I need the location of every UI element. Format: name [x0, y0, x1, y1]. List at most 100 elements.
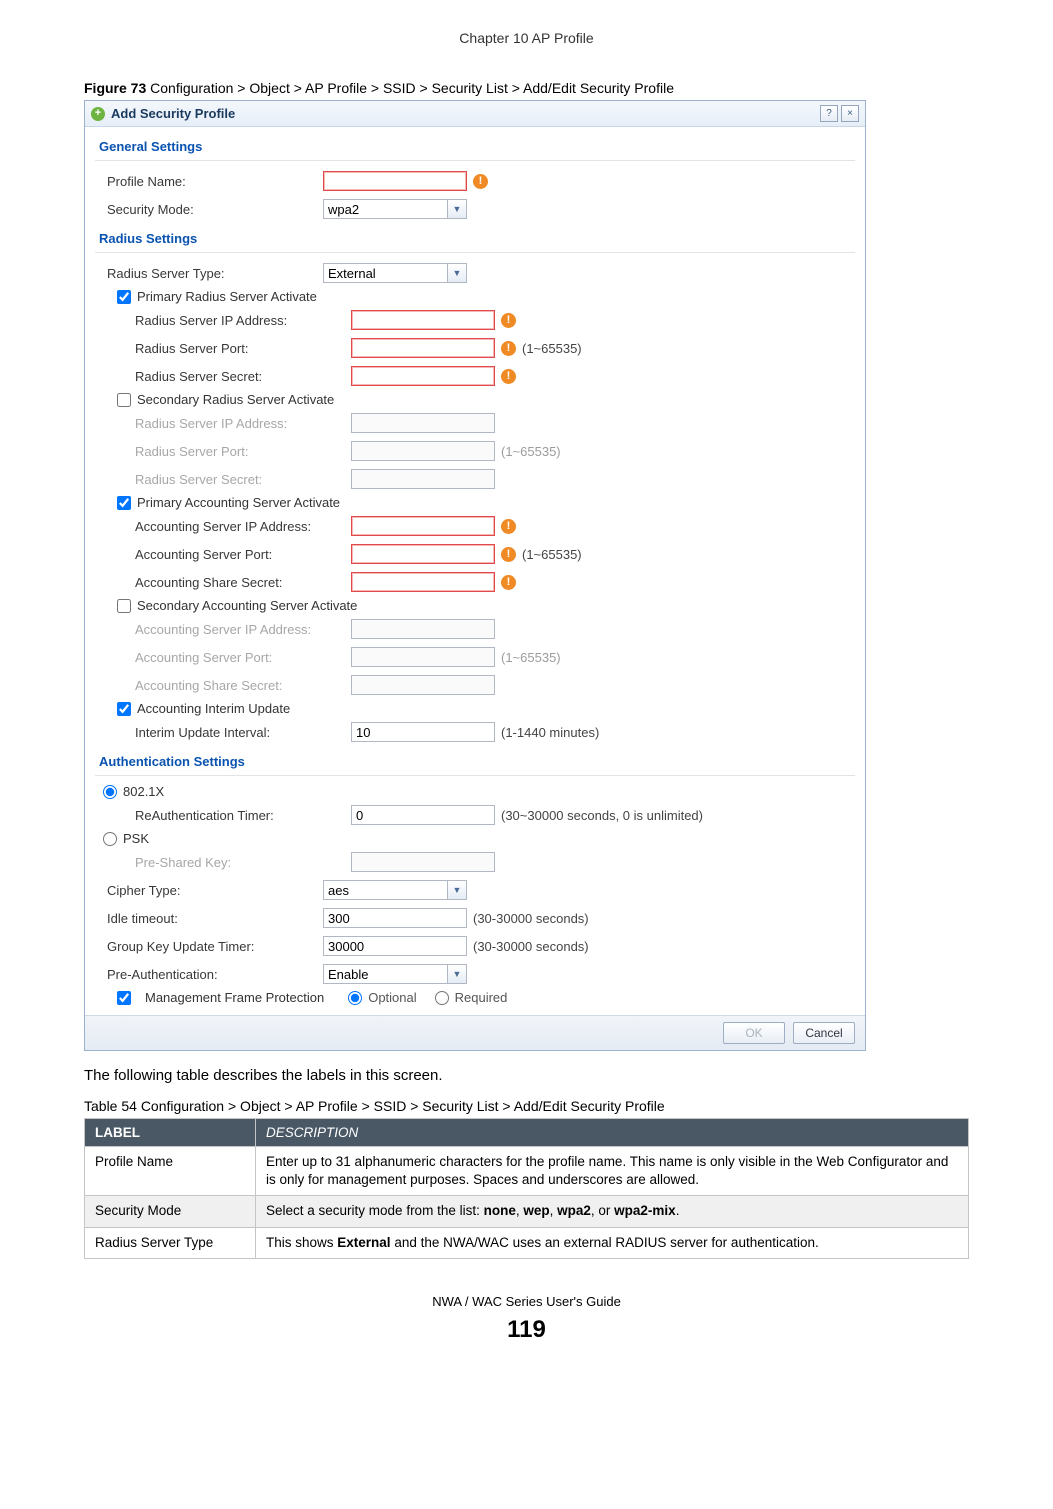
label-secondary-acct-activate: Secondary Accounting Server Activate [137, 598, 357, 613]
secondary-radius-activate-checkbox[interactable] [117, 393, 131, 407]
warn-icon: ! [473, 174, 488, 189]
reauth-input[interactable] [351, 805, 495, 825]
security-mode-value[interactable] [323, 199, 447, 219]
figure-caption: Figure 73 Configuration > Object > AP Pr… [84, 80, 969, 96]
ok-button[interactable]: OK [723, 1022, 785, 1044]
close-button[interactable]: × [841, 105, 859, 122]
label-psk: PSK [123, 831, 149, 846]
dialog-button-bar: OK Cancel [85, 1015, 865, 1050]
preauth-value[interactable] [323, 964, 447, 984]
cell-label: Profile Name [85, 1147, 256, 1196]
cell-desc: This shows External and the NWA/WAC uses… [256, 1227, 969, 1258]
warn-icon: ! [501, 547, 516, 562]
acct-port-input[interactable] [351, 544, 495, 564]
radius-secret-input[interactable] [351, 366, 495, 386]
cancel-button[interactable]: Cancel [793, 1022, 855, 1044]
secondary-acct-activate-checkbox[interactable] [117, 599, 131, 613]
label-acct-ip-2: Accounting Server IP Address: [95, 622, 351, 637]
auth-8021x-radio[interactable] [103, 785, 117, 799]
label-radius-secret: Radius Server Secret: [95, 369, 351, 384]
hint-interim: (1-1440 minutes) [501, 725, 599, 740]
hint-gkey: (30-30000 seconds) [473, 939, 589, 954]
profile-name-input[interactable] [323, 171, 467, 191]
label-acct-secret: Accounting Share Secret: [95, 575, 351, 590]
radius-ip-input[interactable] [351, 310, 495, 330]
preauth-select[interactable]: ▼ [323, 964, 467, 984]
primary-radius-activate-checkbox[interactable] [117, 290, 131, 304]
label-cipher: Cipher Type: [95, 883, 323, 898]
cell-desc: Select a security mode from the list: no… [256, 1196, 969, 1227]
cipher-select[interactable]: ▼ [323, 880, 467, 900]
help-button[interactable]: ? [820, 105, 838, 122]
label-preauth: Pre-Authentication: [95, 967, 323, 982]
dialog-title: Add Security Profile [111, 106, 817, 121]
description-table: LABEL DESCRIPTION Profile Name Enter up … [84, 1118, 969, 1259]
primary-acct-activate-checkbox[interactable] [117, 496, 131, 510]
chevron-down-icon[interactable]: ▼ [447, 880, 467, 900]
acct-ip-input[interactable] [351, 516, 495, 536]
warn-icon: ! [501, 369, 516, 384]
label-radius-port-2: Radius Server Port: [95, 444, 351, 459]
radius-port-input-2 [351, 441, 495, 461]
acct-secret-input-2 [351, 675, 495, 695]
auth-psk-radio[interactable] [103, 832, 117, 846]
security-mode-select[interactable]: ▼ [323, 199, 467, 219]
warn-icon: ! [501, 575, 516, 590]
label-security-mode: Security Mode: [95, 202, 323, 217]
figure-text: Configuration > Object > AP Profile > SS… [146, 80, 674, 96]
page-number: 119 [84, 1313, 969, 1347]
acct-interim-checkbox[interactable] [117, 702, 131, 716]
mfp-checkbox[interactable] [117, 991, 131, 1005]
add-security-profile-dialog: + Add Security Profile ? × General Setti… [84, 100, 866, 1051]
hint-port-range-3: (1~65535) [522, 547, 582, 562]
label-radius-ip-2: Radius Server IP Address: [95, 416, 351, 431]
label-mfp-optional: Optional [368, 990, 416, 1005]
mfp-required-radio[interactable] [435, 991, 449, 1005]
chevron-down-icon[interactable]: ▼ [447, 263, 467, 283]
table-caption: Table 54 Configuration > Object > AP Pro… [84, 1098, 969, 1114]
mfp-optional-option[interactable]: Optional [348, 990, 416, 1005]
figure-num: Figure 73 [84, 80, 146, 96]
hint-port-range-4: (1~65535) [501, 650, 561, 665]
cell-label: Security Mode [85, 1196, 256, 1227]
chevron-down-icon[interactable]: ▼ [447, 964, 467, 984]
hint-reauth: (30~30000 seconds, 0 is unlimited) [501, 808, 703, 823]
label-profile-name: Profile Name: [95, 174, 323, 189]
dialog-body: General Settings Profile Name: ! Securit… [85, 127, 865, 1007]
radius-type-value[interactable] [323, 263, 447, 283]
radius-type-select[interactable]: ▼ [323, 263, 467, 283]
radius-port-input[interactable] [351, 338, 495, 358]
label-radius-secret-2: Radius Server Secret: [95, 472, 351, 487]
dialog-titlebar: + Add Security Profile ? × [85, 101, 865, 127]
label-mfp: Management Frame Protection [145, 990, 324, 1005]
section-auth: Authentication Settings [99, 754, 855, 769]
cell-label: Radius Server Type [85, 1227, 256, 1258]
label-radius-type: Radius Server Type: [95, 266, 323, 281]
th-label: LABEL [85, 1119, 256, 1147]
label-secondary-radius-activate: Secondary Radius Server Activate [137, 392, 334, 407]
table-row: Radius Server Type This shows External a… [85, 1227, 969, 1258]
radius-ip-input-2 [351, 413, 495, 433]
warn-icon: ! [501, 313, 516, 328]
th-description: DESCRIPTION [256, 1119, 969, 1147]
label-psk-key: Pre-Shared Key: [95, 855, 351, 870]
label-acct-interim: Accounting Interim Update [137, 701, 290, 716]
interim-interval-input[interactable] [351, 722, 495, 742]
hint-port-range: (1~65535) [522, 341, 582, 356]
idle-input[interactable] [323, 908, 467, 928]
label-primary-radius-activate: Primary Radius Server Activate [137, 289, 317, 304]
page-footer: NWA / WAC Series User's Guide 119 [84, 1293, 969, 1373]
warn-icon: ! [501, 341, 516, 356]
label-radius-ip: Radius Server IP Address: [95, 313, 351, 328]
label-primary-acct-activate: Primary Accounting Server Activate [137, 495, 340, 510]
table-header-row: LABEL DESCRIPTION [85, 1119, 969, 1147]
mfp-optional-radio[interactable] [348, 991, 362, 1005]
psk-key-input [351, 852, 495, 872]
cipher-value[interactable] [323, 880, 447, 900]
mfp-required-option[interactable]: Required [435, 990, 508, 1005]
chevron-down-icon[interactable]: ▼ [447, 199, 467, 219]
cell-desc: Enter up to 31 alphanumeric characters f… [256, 1147, 969, 1196]
acct-secret-input[interactable] [351, 572, 495, 592]
label-idle: Idle timeout: [95, 911, 323, 926]
gkey-input[interactable] [323, 936, 467, 956]
